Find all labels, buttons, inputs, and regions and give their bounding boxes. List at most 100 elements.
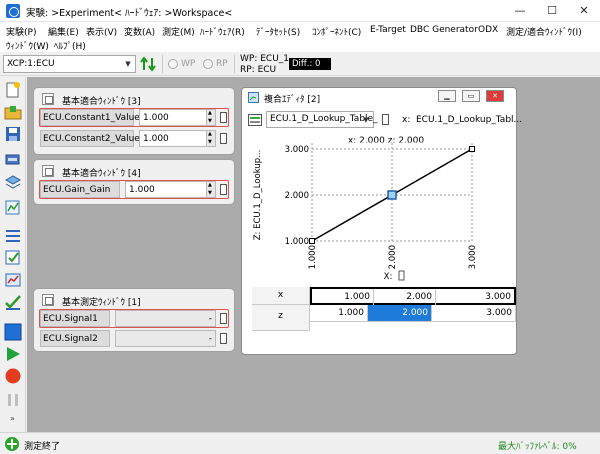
- table-view-icon[interactable]: [248, 114, 262, 126]
- map-window-icon: [248, 92, 259, 103]
- selection-highlight: [39, 108, 229, 127]
- calibration-window-4[interactable]: 基本適合ｳｨﾝﾄﾞｳ [4] ECU.Gain_Gain 1.000: [33, 159, 235, 205]
- app-icon: [6, 4, 20, 18]
- menu-experiment[interactable]: 実験(P): [6, 25, 36, 38]
- device-select-value: XCP:1:ECU: [7, 59, 55, 69]
- stop-square-icon[interactable]: [4, 323, 22, 341]
- data-point: [309, 238, 315, 244]
- new-file-icon[interactable]: [4, 81, 22, 99]
- x-cell[interactable]: 3.000: [436, 289, 514, 305]
- status-message: 測定終了: [24, 442, 61, 452]
- x-cell[interactable]: 1.000: [312, 289, 374, 305]
- menu-window[interactable]: ｳｨﾝﾄﾞｳ(W): [6, 39, 49, 52]
- window-select-checkbox[interactable]: [42, 165, 54, 177]
- device-select[interactable]: XCP:1:ECU ▼: [3, 55, 136, 73]
- recorder-icon[interactable]: [4, 271, 22, 289]
- map-marker: [382, 114, 389, 125]
- row-header-x: x: [252, 287, 310, 305]
- value-spinner[interactable]: [206, 130, 216, 147]
- open-folder-icon[interactable]: [4, 103, 22, 121]
- calibration-check-icon[interactable]: [4, 249, 22, 267]
- left-toolbar: »: [0, 77, 26, 432]
- device-config-icon[interactable]: [4, 151, 22, 169]
- signal-config-icon[interactable]: [4, 199, 22, 217]
- x-tick-label: 3.000: [468, 245, 478, 269]
- toolbar: XCP:1:ECU ▼ WP RP WP: ECU_1 RP: ECU Diff…: [0, 52, 600, 76]
- pause-icon[interactable]: [4, 391, 22, 409]
- window-title: 実験: >Experiment< ﾊｰﾄﾞｳｪｱ: >Workspace<: [26, 8, 233, 19]
- chevron-down-icon: ▼: [363, 116, 369, 124]
- diff-indicator: Diff.: 0: [289, 58, 331, 70]
- y-tick-label: 1.000: [285, 237, 309, 247]
- window-title: 複合ｴﾃﾞｨﾀ [2]: [264, 95, 321, 105]
- z-cell-selected[interactable]: 2.000: [368, 305, 432, 322]
- toolbar-divider: [162, 55, 163, 73]
- calibration-window-3[interactable]: 基本適合ｳｨﾝﾄﾞｳ [3] ECU.Constant1_Value 1.000…: [33, 87, 235, 155]
- menu-odx[interactable]: ODX: [478, 25, 498, 35]
- menu-measure-calib-window[interactable]: 測定/適合ｳｨﾝﾄﾞｳ(I): [506, 25, 582, 38]
- z-cell[interactable]: 1.000: [310, 305, 368, 322]
- close-button[interactable]: ✕: [486, 90, 504, 102]
- check-sum-icon[interactable]: [4, 293, 22, 311]
- menu-help[interactable]: ﾍﾙﾌﾟ(H): [54, 39, 86, 52]
- menu-variables[interactable]: 変数(A): [124, 25, 155, 38]
- x-tick-label: 1.000: [308, 245, 318, 269]
- save-icon[interactable]: [4, 125, 22, 143]
- x-cell[interactable]: 2.000: [374, 289, 436, 305]
- rp-radio[interactable]: [203, 59, 213, 69]
- window-title: 基本適合ｳｨﾝﾄﾞｳ [3]: [62, 97, 141, 107]
- maximize-button[interactable]: ☐: [536, 0, 568, 22]
- x-axis-marker: [398, 270, 405, 281]
- title-bar: 実験: >Experiment< ﾊｰﾄﾞｳｪｱ: >Workspace< — …: [0, 0, 600, 22]
- combined-editor-window[interactable]: 複合ｴﾃﾞｨﾀ [2] ▁ ▭ ✕ ECU.1_D_Lookup_Table_ …: [241, 87, 522, 355]
- minimize-button[interactable]: —: [504, 0, 536, 22]
- add-variable-icon[interactable]: [4, 436, 20, 452]
- play-icon[interactable]: [4, 345, 22, 363]
- value-field[interactable]: 1.000: [139, 130, 207, 147]
- data-point-selected: [387, 190, 397, 200]
- window-select-checkbox[interactable]: [42, 294, 54, 306]
- rp-info: RP: ECU: [240, 65, 277, 75]
- signal-name: ECU.Signal2: [40, 330, 110, 347]
- menu-view[interactable]: 表示(V): [86, 25, 117, 38]
- y-axis-label: Z: ECU.1_D_Lookup...: [253, 150, 263, 241]
- window-select-checkbox[interactable]: [42, 93, 54, 105]
- menu-hardware[interactable]: ﾊｰﾄﾞｳｪｱ(R): [200, 25, 245, 38]
- map-name-header: ECU.1_D_Lookup_Tabl...: [416, 115, 523, 125]
- menu-measure[interactable]: 測定(M): [162, 25, 195, 38]
- selection-highlight: [39, 180, 229, 199]
- measure-row[interactable]: ECU.Signal2 -: [40, 330, 230, 347]
- restore-button[interactable]: ▭: [462, 90, 480, 102]
- map-select[interactable]: ECU.1_D_Lookup_Table_ ▼: [266, 111, 378, 128]
- swap-arrows-icon[interactable]: [140, 56, 158, 72]
- measure-list-icon[interactable]: [4, 227, 22, 245]
- chevron-down-icon: ▼: [125, 60, 131, 68]
- measurement-window-1[interactable]: 基本測定ｳｨﾝﾄﾞｳ [1] ECU.Signal1 - ECU.Signal2…: [33, 288, 235, 352]
- menu-bar: 実験(P) 編集(E) 表示(V) 変数(A) 測定(M) ﾊｰﾄﾞｳｪｱ(R)…: [0, 22, 600, 52]
- wp-info: WP: ECU_1: [240, 54, 290, 64]
- selection-highlight: [39, 309, 229, 328]
- status-bar: 測定終了 最大ﾊﾞｯﾌｧﾚﾍﾞﾙ: 0%: [0, 432, 600, 454]
- menu-component[interactable]: ｺﾝﾎﾟｰﾈﾝﾄ(C): [312, 25, 361, 38]
- toolbar-divider: [234, 55, 235, 73]
- y-tick-label: 3.000: [285, 145, 309, 155]
- window-title: 基本適合ｳｨﾝﾄﾞｳ [4]: [62, 169, 141, 179]
- buffer-level: 最大ﾊﾞｯﾌｧﾚﾍﾞﾙ: 0%: [498, 442, 577, 452]
- x-axis-label: X:: [384, 272, 393, 282]
- calib-row[interactable]: ECU.Constant2_Value 1.000: [40, 130, 230, 147]
- rp-radio-label: RP: [216, 59, 228, 69]
- lookup-table-chart[interactable]: x: 2.000 z: 2.000 1.0002.0003.0001.000 2.…: [246, 132, 514, 282]
- layers-icon[interactable]: [4, 173, 22, 191]
- menu-etarget[interactable]: E-Target: [370, 25, 406, 35]
- menu-edit[interactable]: 編集(E): [48, 25, 79, 38]
- axis-header-label: x:: [402, 115, 411, 125]
- wp-radio[interactable]: [168, 59, 178, 69]
- menu-dataset[interactable]: ﾃﾞｰﾀｾｯﾄ(S): [256, 25, 300, 38]
- minimize-button[interactable]: ▁: [438, 90, 456, 102]
- menu-dbc-generator[interactable]: DBC Generator: [410, 25, 478, 35]
- record-icon[interactable]: [4, 367, 22, 385]
- z-cell[interactable]: 3.000: [432, 305, 516, 322]
- close-button[interactable]: ✕: [568, 0, 600, 22]
- expand-toolbar-icon[interactable]: »: [10, 414, 15, 423]
- row-header-z: z: [252, 305, 310, 331]
